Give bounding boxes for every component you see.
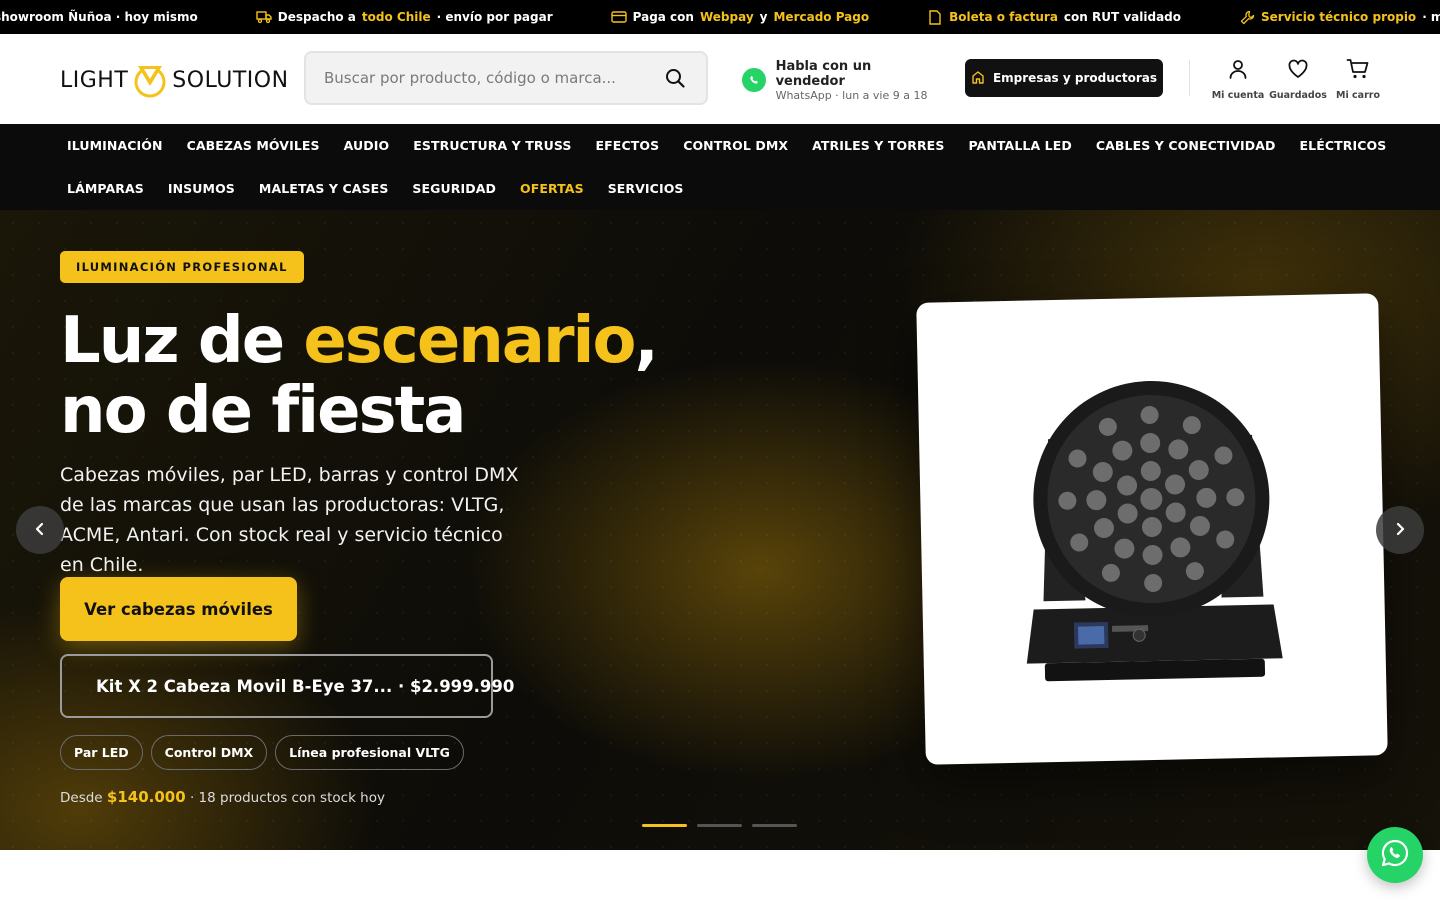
document-icon: [927, 9, 943, 25]
nav-cables-conectividad[interactable]: CABLES Y CONECTIVIDAD: [1096, 138, 1276, 153]
view-moving-heads-button[interactable]: Ver cabezas móviles: [60, 577, 297, 641]
hero-price-line: Desde $140.000 · 18 productos con stock …: [60, 788, 385, 806]
building-icon: [971, 70, 985, 87]
featured-product-button[interactable]: Kit X 2 Cabeza Movil B-Eye 37... · $2.99…: [60, 654, 514, 718]
whatsapp-icon: [742, 68, 766, 92]
nav-insumos[interactable]: INSUMOS: [168, 181, 235, 196]
logo-mark-icon: [132, 60, 168, 100]
hero-subtext: Cabezas móviles, par LED, barras y contr…: [60, 464, 519, 576]
category-nav: ILUMINACIÓN CABEZAS MÓVILES AUDIO ESTRUC…: [0, 124, 1440, 210]
carousel-next-button[interactable]: [1376, 506, 1424, 554]
hero-chips: Par LED Control DMX Línea profesional VL…: [60, 735, 464, 770]
nav-maletas-cases[interactable]: MALETAS Y CASES: [259, 181, 389, 196]
chevron-right-icon: [1394, 521, 1406, 540]
category-row-1: ILUMINACIÓN CABEZAS MÓVILES AUDIO ESTRUC…: [67, 138, 1386, 153]
slide-indicator-1[interactable]: [642, 824, 687, 827]
announcement-payment: Paga con Webpay y Mercado Pago: [610, 9, 869, 25]
nav-lamparas[interactable]: LÁMPARAS: [67, 181, 144, 196]
cart-icon: [1346, 58, 1370, 84]
nav-efectos[interactable]: EFECTOS: [596, 138, 660, 153]
announcement-showroom: showroom Ñuñoa · hoy mismo: [0, 10, 198, 24]
nav-estructura-truss[interactable]: ESTRUCTURA Y TRUSS: [413, 138, 571, 153]
hero-headline: Luz de escenario, no de fiesta: [60, 304, 659, 448]
announcement-bar: showroom Ñuñoa · hoy mismo Despacho a to…: [0, 0, 1440, 34]
carousel-prev-button[interactable]: [16, 506, 64, 554]
nav-servicios[interactable]: SERVICIOS: [608, 181, 684, 196]
moving-head-light-image: [1026, 381, 1283, 682]
slide-indicator-3[interactable]: [752, 824, 797, 827]
announcement-service: Servicio técnico propio · más de: [1239, 9, 1440, 25]
heart-icon: [1287, 58, 1309, 84]
whatsapp-icon: [1380, 838, 1410, 872]
nav-atriles-torres[interactable]: ATRILES Y TORRES: [812, 138, 944, 153]
user-icon: [1227, 58, 1249, 84]
whatsapp-float-button[interactable]: [1367, 827, 1423, 883]
header-divider: [1189, 60, 1190, 96]
nav-audio[interactable]: AUDIO: [344, 138, 390, 153]
wrench-icon: [1239, 9, 1255, 25]
site-header: LIGHT SOLUTION Habla con un vendedor Wha…: [0, 34, 1440, 124]
hero-banner: ILUMINACIÓN PROFESIONAL Luz de escenario…: [0, 210, 1440, 850]
chip-linea-vltg[interactable]: Línea profesional VLTG: [275, 735, 464, 770]
whatsapp-contact[interactable]: Habla con un vendedor WhatsApp · lun a v…: [742, 59, 942, 102]
search-icon[interactable]: [662, 65, 688, 91]
chip-par-led[interactable]: Par LED: [60, 735, 143, 770]
chip-control-dmx[interactable]: Control DMX: [150, 735, 268, 770]
business-button[interactable]: Empresas y productoras: [965, 59, 1163, 97]
chevron-left-icon: [34, 521, 46, 540]
whatsapp-text: Habla con un vendedor WhatsApp · lun a v…: [775, 58, 928, 102]
nav-ofertas[interactable]: OFERTAS: [520, 181, 584, 196]
hero-badge: ILUMINACIÓN PROFESIONAL: [60, 251, 304, 283]
announcement-shipping: Despacho a todo Chile · envío por pagar: [256, 9, 553, 25]
carousel-indicators: [642, 824, 797, 827]
site-logo[interactable]: LIGHT SOLUTION: [60, 58, 288, 102]
search-input[interactable]: [324, 69, 662, 87]
nav-control-dmx[interactable]: CONTROL DMX: [683, 138, 788, 153]
search-bar: [304, 51, 708, 105]
slide-indicator-2[interactable]: [697, 824, 742, 827]
nav-electricos[interactable]: ELÉCTRICOS: [1300, 138, 1387, 153]
category-row-2: LÁMPARAS INSUMOS MALETAS Y CASES SEGURID…: [67, 181, 684, 196]
cart-button[interactable]: Mi carro: [1323, 58, 1393, 108]
hero-product-image[interactable]: [916, 293, 1388, 765]
truck-icon: [256, 9, 272, 25]
nav-seguridad[interactable]: SEGURIDAD: [412, 181, 496, 196]
credit-card-icon: [610, 9, 627, 25]
nav-pantalla-led[interactable]: PANTALLA LED: [968, 138, 1071, 153]
nav-cabezas-moviles[interactable]: CABEZAS MÓVILES: [187, 138, 320, 153]
announcement-invoice: Boleta o factura con RUT validado: [927, 9, 1181, 25]
nav-iluminacion[interactable]: ILUMINACIÓN: [67, 138, 163, 153]
